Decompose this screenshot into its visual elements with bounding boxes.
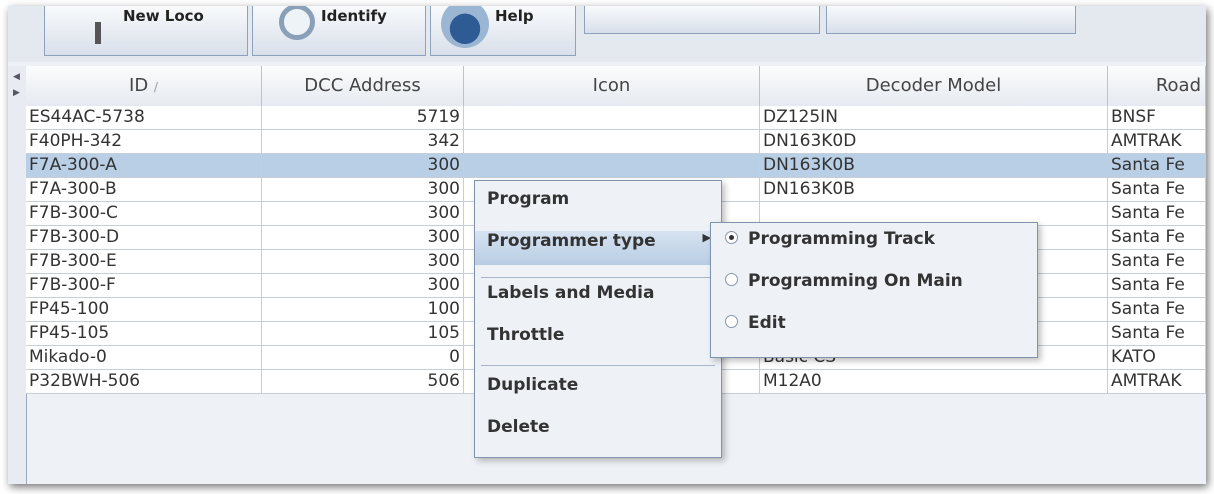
cell-dcc: 506 xyxy=(262,370,464,393)
cell-dcc: 300 xyxy=(262,274,464,297)
cell-id: F7B-300-F xyxy=(26,274,262,297)
cell-id: F7B-300-D xyxy=(26,226,262,249)
cell-dcc: 300 xyxy=(262,154,464,177)
menu-item-program[interactable]: Program xyxy=(475,189,721,223)
cell-icon xyxy=(464,106,760,129)
cell-id: F40PH-342 xyxy=(26,130,262,153)
programmer-type-submenu: Programming Track Programming On Main Ed… xyxy=(710,222,1038,358)
new-loco-label: New Loco xyxy=(123,6,204,25)
cell-road: Santa Fe xyxy=(1108,250,1206,273)
radio-edit[interactable]: Edit xyxy=(711,313,1037,353)
toolbar-button-4[interactable] xyxy=(584,6,820,34)
new-loco-button[interactable]: New Loco xyxy=(44,6,248,56)
cell-road: Santa Fe xyxy=(1108,226,1206,249)
menu-item-duplicate[interactable]: Duplicate xyxy=(475,375,721,409)
radio-unselected-icon xyxy=(725,315,738,328)
cell-road: AMTRAK xyxy=(1108,130,1206,153)
radio-programming-track[interactable]: Programming Track xyxy=(711,229,1037,269)
cell-decoder: DZ125IN xyxy=(760,106,1108,129)
menu-item-throttle[interactable]: Throttle xyxy=(475,325,721,359)
cell-road: Santa Fe xyxy=(1108,178,1206,201)
new-loco-icon xyxy=(95,21,117,44)
cell-road: BNSF xyxy=(1108,106,1206,129)
cell-road: KATO xyxy=(1108,346,1206,369)
column-header-road[interactable]: Road xyxy=(1108,66,1206,106)
cell-id: F7A-300-A xyxy=(26,154,262,177)
row-header-strip: ◀ ▶ xyxy=(8,66,27,484)
cell-dcc: 300 xyxy=(262,226,464,249)
toolbar: New Loco Identify Help xyxy=(8,6,1206,62)
cell-icon xyxy=(464,154,760,177)
menu-separator xyxy=(481,365,715,366)
cell-dcc: 5719 xyxy=(262,106,464,129)
cell-dcc: 342 xyxy=(262,130,464,153)
cell-decoder: DN163K0B xyxy=(760,178,1108,201)
cell-id: Mikado-0 xyxy=(26,346,262,369)
magnifier-icon xyxy=(279,6,315,40)
cell-id: P32BWH-506 xyxy=(26,370,262,393)
cell-road: Santa Fe xyxy=(1108,154,1206,177)
context-menu: Program Programmer type ▶ Labels and Medi… xyxy=(474,180,722,458)
cell-road: Santa Fe xyxy=(1108,202,1206,225)
radio-unselected-icon xyxy=(725,273,738,286)
column-header-id[interactable]: ID / xyxy=(26,66,262,106)
cell-id: FP45-105 xyxy=(26,322,262,345)
cell-decoder: M12A0 xyxy=(760,370,1108,393)
toolbar-button-5[interactable] xyxy=(826,6,1076,34)
sort-indicator: / xyxy=(153,80,158,94)
cell-dcc: 0 xyxy=(262,346,464,369)
cell-dcc: 105 xyxy=(262,322,464,345)
cell-dcc: 300 xyxy=(262,178,464,201)
cell-dcc: 300 xyxy=(262,202,464,225)
identify-label: Identify xyxy=(321,6,387,25)
menu-item-programmer-type[interactable]: Programmer type ▶ xyxy=(475,231,721,265)
table-row[interactable]: ES44AC-5738 5719 DZ125IN BNSF xyxy=(26,106,1206,130)
table-header: ID / DCC Address Icon Decoder Model Road xyxy=(26,66,1206,107)
table-row[interactable]: F40PH-342 342 DN163K0D AMTRAK xyxy=(26,130,1206,154)
column-header-icon[interactable]: Icon xyxy=(464,66,760,106)
cell-road: Santa Fe xyxy=(1108,274,1206,297)
cell-road: AMTRAK xyxy=(1108,370,1206,393)
table-row[interactable]: F7A-300-A 300 DN163K0B Santa Fe xyxy=(26,154,1206,178)
cell-id: F7A-300-B xyxy=(26,178,262,201)
cell-id: FP45-100 xyxy=(26,298,262,321)
cell-decoder: DN163K0B xyxy=(760,154,1108,177)
menu-item-labels-and-media[interactable]: Labels and Media xyxy=(475,283,721,317)
cell-dcc: 300 xyxy=(262,250,464,273)
column-header-dcc-address[interactable]: DCC Address xyxy=(262,66,464,106)
expand-right-icon[interactable]: ▶ xyxy=(13,88,20,98)
menu-item-delete[interactable]: Delete xyxy=(475,417,721,451)
menu-separator xyxy=(481,277,715,278)
radio-selected-icon xyxy=(725,231,738,244)
cell-icon xyxy=(464,130,760,153)
cell-id: ES44AC-5738 xyxy=(26,106,262,129)
cell-road: Santa Fe xyxy=(1108,298,1206,321)
cell-id: F7B-300-E xyxy=(26,250,262,273)
collapse-left-icon[interactable]: ◀ xyxy=(13,72,20,82)
cell-decoder: DN163K0D xyxy=(760,130,1108,153)
cell-id: F7B-300-C xyxy=(26,202,262,225)
help-button[interactable]: Help xyxy=(430,6,576,56)
column-header-decoder-model[interactable]: Decoder Model xyxy=(760,66,1108,106)
cell-dcc: 100 xyxy=(262,298,464,321)
radio-programming-on-main[interactable]: Programming On Main xyxy=(711,271,1037,311)
help-icon xyxy=(441,6,489,48)
help-label: Help xyxy=(495,6,534,25)
cell-road: Santa Fe xyxy=(1108,322,1206,345)
identify-button[interactable]: Identify xyxy=(252,6,426,56)
roster-window: New Loco Identify Help ◀ ▶ ID / DCC Addr… xyxy=(8,6,1206,484)
